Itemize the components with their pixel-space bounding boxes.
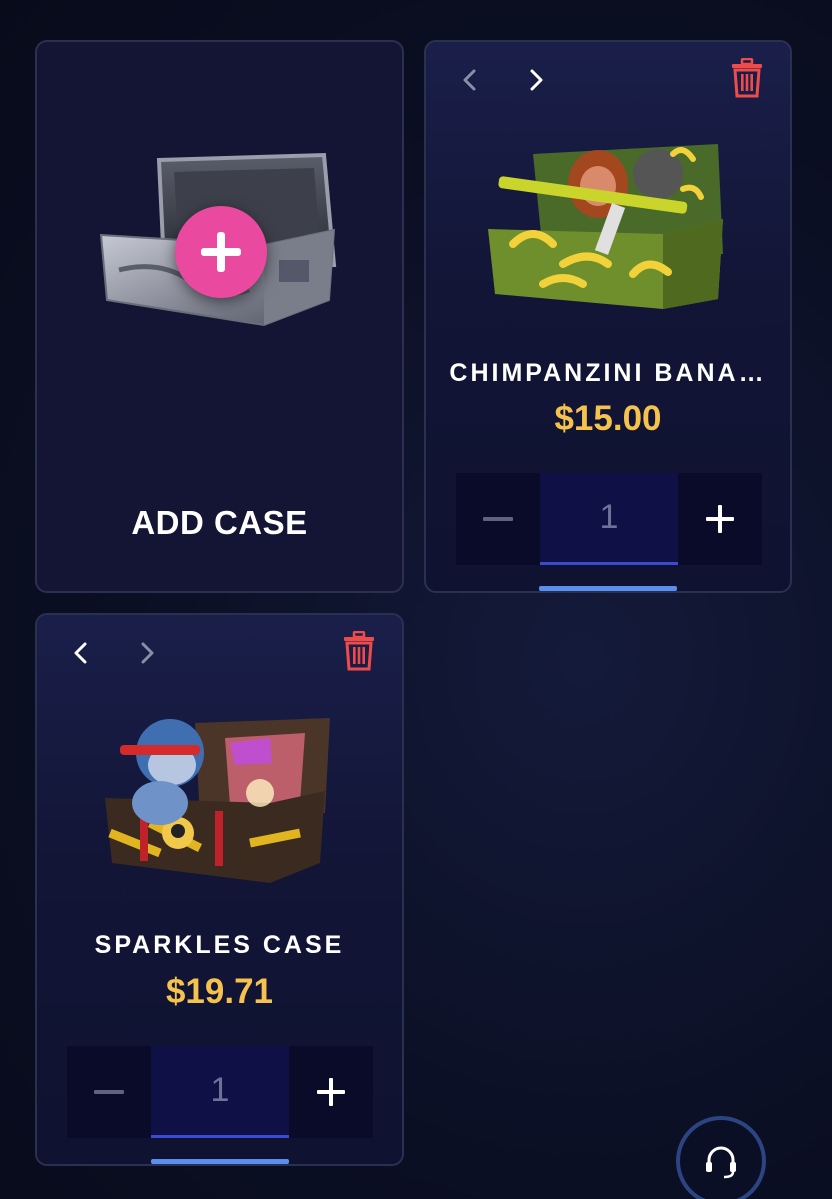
case-name: CHIMPANZINI BANA… xyxy=(449,359,767,387)
quantity-value[interactable]: 1 xyxy=(540,473,678,565)
chevron-right-icon xyxy=(530,69,543,91)
active-indicator xyxy=(539,586,677,591)
increment-button[interactable] xyxy=(678,473,762,565)
plus-icon xyxy=(706,505,734,533)
quantity-stepper: 1 xyxy=(67,1046,373,1138)
headset-icon xyxy=(706,1146,736,1179)
quantity-stepper: 1 xyxy=(456,473,762,565)
active-indicator xyxy=(150,1159,289,1164)
minus-icon xyxy=(94,1090,124,1094)
case-price: $15.00 xyxy=(554,399,662,438)
plus-icon xyxy=(317,1078,345,1106)
support-button[interactable] xyxy=(676,1116,766,1199)
chevron-right-icon xyxy=(141,642,154,664)
add-case-label: ADD CASE xyxy=(131,504,308,541)
case-card: CHIMPANZINI BANA… $15.00 1 xyxy=(424,40,792,593)
next-button[interactable] xyxy=(131,637,163,669)
quantity-value[interactable]: 1 xyxy=(151,1046,289,1138)
add-case-plus-button[interactable] xyxy=(175,206,267,298)
decrement-button[interactable] xyxy=(67,1046,151,1138)
case-card: SPARKLES CASE $19.71 1 xyxy=(35,613,404,1166)
case-image xyxy=(488,144,723,309)
plus-icon xyxy=(201,232,241,272)
previous-button[interactable] xyxy=(65,637,97,669)
case-price: $19.71 xyxy=(165,972,274,1011)
next-button[interactable] xyxy=(520,64,552,96)
previous-button[interactable] xyxy=(454,64,486,96)
case-image xyxy=(104,718,330,883)
chevron-left-icon xyxy=(463,69,476,91)
increment-button[interactable] xyxy=(289,1046,373,1138)
chevron-left-icon xyxy=(74,642,87,664)
trash-icon[interactable] xyxy=(342,631,376,671)
minus-icon xyxy=(483,517,513,521)
trash-icon[interactable] xyxy=(730,58,764,98)
decrement-button[interactable] xyxy=(456,473,540,565)
case-name: SPARKLES CASE xyxy=(94,931,345,959)
add-case-card[interactable]: ADD CASE xyxy=(35,40,404,593)
